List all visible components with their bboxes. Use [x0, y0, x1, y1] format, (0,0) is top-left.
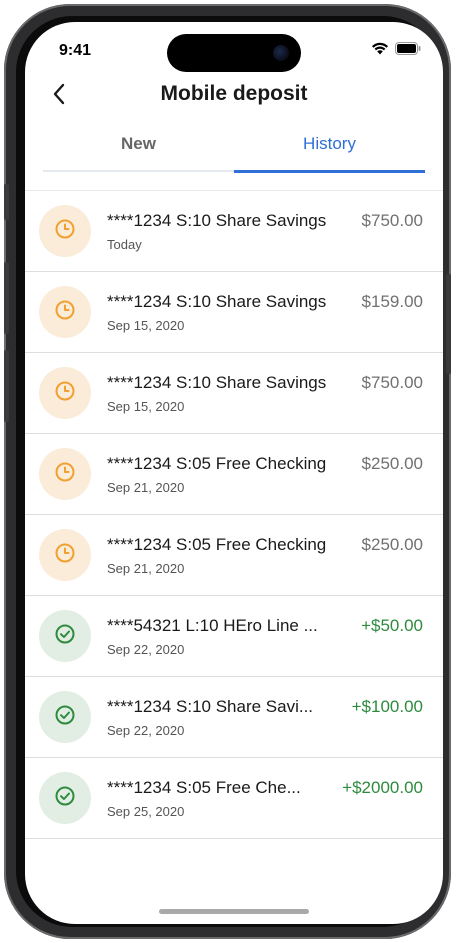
volume-down-button	[4, 350, 9, 422]
deposit-row[interactable]: ****1234 S:10 Share Savi... Sep 22, 2020 +…	[25, 677, 443, 758]
battery-icon	[395, 42, 421, 60]
status-time: 9:41	[59, 42, 92, 59]
deposit-date: Sep 15, 2020	[107, 318, 185, 333]
deposit-date: Today	[107, 237, 142, 252]
deposit-history-list: ****1234 S:10 Share Savings Today $750.00 *…	[25, 190, 443, 839]
clock-icon	[54, 299, 76, 326]
deposit-amount: +$2000.00	[342, 778, 423, 797]
deposit-date: Sep 22, 2020	[107, 642, 185, 657]
power-button	[446, 274, 451, 374]
deposit-row[interactable]: ****1234 S:05 Free Checking Sep 21, 2020 $…	[25, 434, 443, 515]
status-done-badge	[39, 772, 91, 824]
deposit-date: Sep 21, 2020	[107, 561, 185, 576]
deposit-row[interactable]: ****1234 S:05 Free Checking Sep 21, 2020 $…	[25, 515, 443, 596]
deposit-account-name: ****1234 S:05 Free Che...	[107, 778, 301, 797]
tab-active-indicator	[234, 170, 425, 173]
deposit-amount: +$100.00	[351, 697, 423, 716]
home-indicator[interactable]	[159, 909, 309, 914]
header: Mobile deposit	[25, 74, 443, 118]
deposit-row[interactable]: ****1234 S:10 Share Savings Sep 15, 2020 $…	[25, 353, 443, 434]
page-title: Mobile deposit	[160, 82, 308, 105]
deposit-date: Sep 25, 2020	[107, 804, 185, 819]
check-circle-icon	[54, 785, 76, 812]
deposit-account-name: ****1234 S:05 Free Checking	[107, 535, 327, 554]
deposit-account-name: ****1234 S:10 Share Savings	[107, 211, 327, 230]
clock-icon	[54, 461, 76, 488]
tab-bar: New History	[43, 126, 425, 173]
camera-icon	[273, 45, 289, 61]
deposit-row[interactable]: ****1234 S:10 Share Savings Today $750.00	[25, 190, 443, 272]
clock-icon	[54, 380, 76, 407]
tab-history[interactable]: History	[234, 126, 425, 166]
status-pending-badge	[39, 367, 91, 419]
deposit-date: Sep 22, 2020	[107, 723, 185, 738]
deposit-amount: $159.00	[361, 292, 423, 311]
status-pending-badge	[39, 529, 91, 581]
deposit-amount: $750.00	[361, 373, 423, 392]
deposit-amount: +$50.00	[361, 616, 423, 635]
deposit-account-name: ****1234 S:05 Free Checking	[107, 454, 327, 473]
action-button	[4, 184, 9, 220]
status-done-badge	[39, 691, 91, 743]
deposit-account-name: ****1234 S:10 Share Savi...	[107, 697, 314, 716]
tab-new[interactable]: New	[43, 126, 234, 166]
volume-up-button	[4, 262, 9, 334]
deposit-row[interactable]: ****1234 S:10 Share Savings Sep 15, 2020 $…	[25, 272, 443, 353]
dynamic-island	[167, 34, 301, 72]
status-pending-badge	[39, 448, 91, 500]
deposit-account-name: ****54321 L:10 HEro Line ...	[107, 616, 318, 635]
screen: 9:41 Mobile deposit New History ****1234…	[25, 22, 443, 924]
deposit-amount: $250.00	[361, 454, 423, 473]
deposit-amount: $750.00	[361, 211, 423, 230]
status-icons	[371, 42, 421, 60]
wifi-icon	[371, 42, 389, 60]
deposit-date: Sep 15, 2020	[107, 399, 185, 414]
deposit-row[interactable]: ****54321 L:10 HEro Line ... Sep 22, 2020…	[25, 596, 443, 677]
deposit-row[interactable]: ****1234 S:05 Free Che... Sep 25, 2020 +$2…	[25, 758, 443, 839]
clock-icon	[54, 542, 76, 569]
status-done-badge	[39, 610, 91, 662]
clock-icon	[54, 218, 76, 245]
deposit-account-name: ****1234 S:10 Share Savings	[107, 292, 327, 311]
check-circle-icon	[54, 704, 76, 731]
deposit-amount: $250.00	[361, 535, 423, 554]
status-pending-badge	[39, 205, 91, 257]
check-circle-icon	[54, 623, 76, 650]
deposit-date: Sep 21, 2020	[107, 480, 185, 495]
status-pending-badge	[39, 286, 91, 338]
deposit-account-name: ****1234 S:10 Share Savings	[107, 373, 327, 392]
